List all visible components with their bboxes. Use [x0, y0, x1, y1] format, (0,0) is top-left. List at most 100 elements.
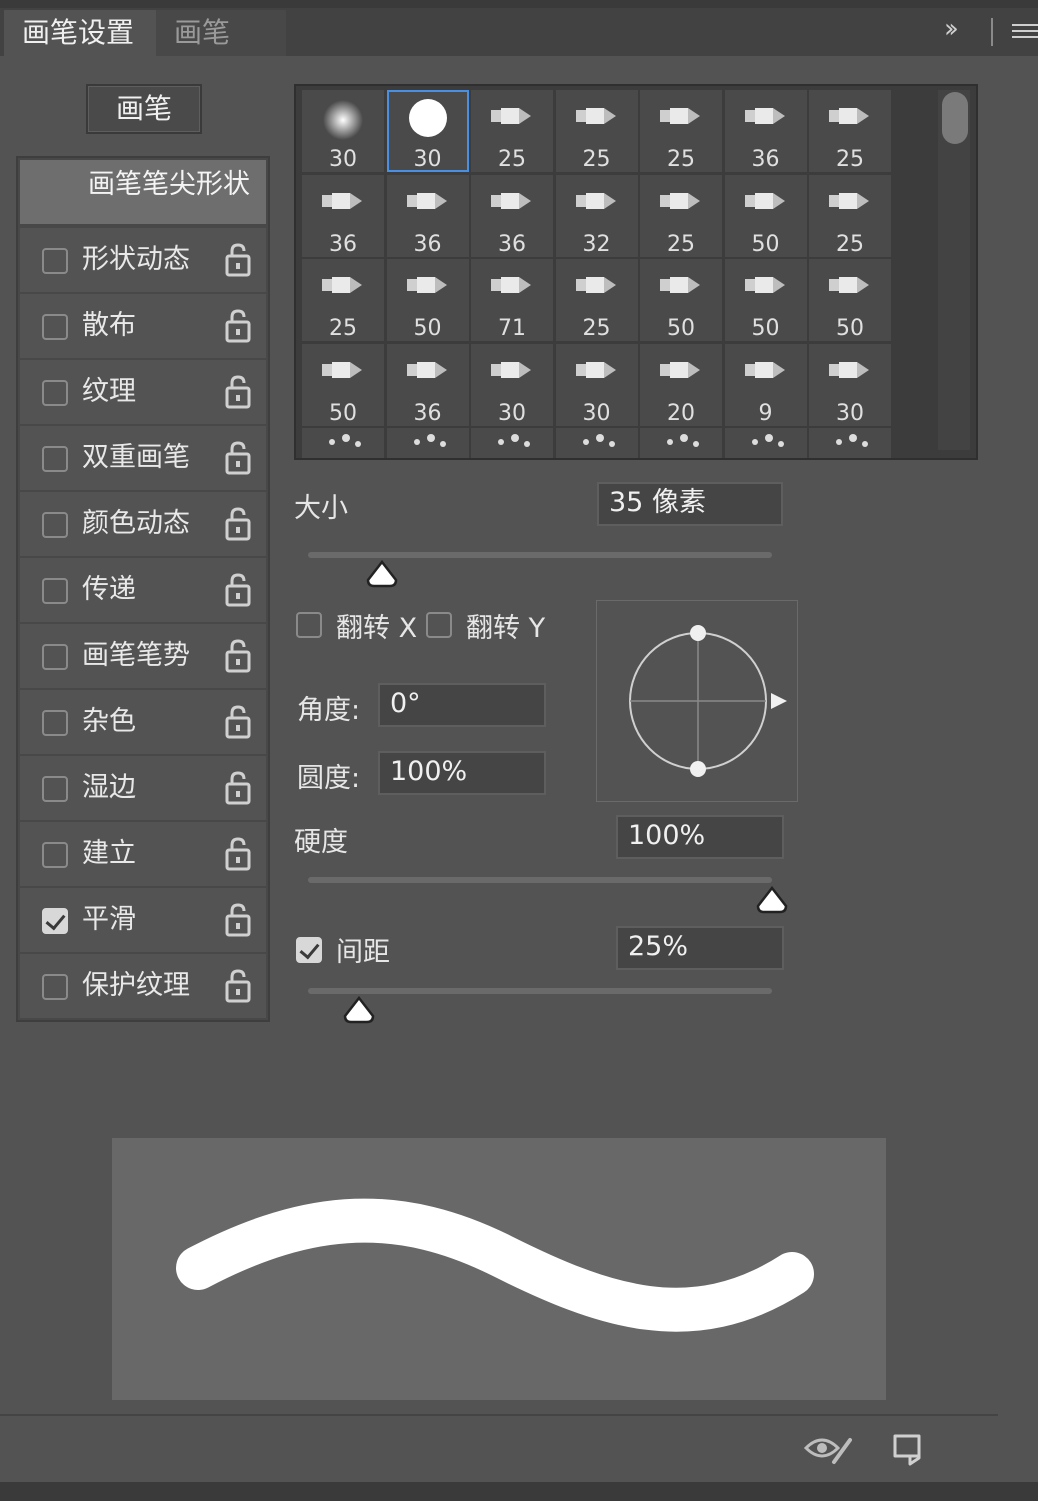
lock-icon[interactable]	[224, 836, 252, 872]
brush-preset-cell[interactable]	[809, 428, 891, 458]
lock-icon[interactable]	[224, 308, 252, 344]
brush-preset-cell[interactable]: 50	[724, 259, 807, 341]
brush-preset-cell[interactable]: 32	[555, 174, 638, 257]
hardness-slider-track[interactable]	[308, 877, 772, 883]
option-checkbox[interactable]	[42, 380, 68, 406]
lock-icon[interactable]	[224, 572, 252, 608]
angle-field[interactable]: 0°	[378, 683, 546, 727]
brushes-button[interactable]: 画笔	[86, 84, 202, 134]
lock-icon[interactable]	[224, 902, 252, 938]
lock-icon[interactable]	[224, 968, 252, 1004]
brush-preset-cell[interactable]: 25	[302, 259, 384, 341]
option-checkbox[interactable]	[42, 974, 68, 1000]
option-row[interactable]: 传递	[20, 558, 266, 622]
option-row[interactable]: 平滑	[20, 888, 266, 952]
brush-preset-cell[interactable]: 36	[302, 174, 384, 257]
hardness-slider-thumb[interactable]	[756, 886, 788, 914]
brush-preset-cell[interactable]: 25	[640, 174, 722, 257]
option-checkbox[interactable]	[42, 710, 68, 736]
brush-preset-cell[interactable]: 25	[555, 90, 638, 172]
spacing-slider-thumb[interactable]	[343, 996, 375, 1024]
brush-preset-cell[interactable]: 25	[809, 174, 891, 257]
brush-preset-cell[interactable]: 30	[386, 90, 469, 172]
option-checkbox[interactable]	[42, 776, 68, 802]
brush-preset-cell[interactable]: 71	[471, 259, 553, 341]
brush-grid-scrollbar-track[interactable]	[938, 90, 970, 450]
option-label: 传递	[82, 574, 136, 605]
collapse-panel-icon[interactable]: ››	[944, 14, 959, 44]
option-row[interactable]: 建立	[20, 822, 266, 886]
option-checkbox[interactable]	[42, 644, 68, 670]
brush-preset-cell[interactable]	[386, 428, 469, 458]
size-slider-thumb[interactable]	[366, 560, 398, 588]
brush-preset-cell[interactable]	[640, 428, 722, 458]
option-checkbox[interactable]	[42, 248, 68, 274]
brush-preset-cell[interactable]: 30	[471, 343, 553, 426]
brush-preset-cell[interactable]	[555, 428, 638, 458]
brush-preset-cell[interactable]: 25	[809, 90, 891, 172]
size-field[interactable]: 35 像素	[597, 482, 783, 526]
option-row[interactable]: 画笔笔势	[20, 624, 266, 688]
spacing-slider-track[interactable]	[308, 988, 772, 994]
roundness-field[interactable]: 100%	[378, 751, 546, 795]
panel-menu-icon[interactable]	[1012, 24, 1038, 44]
brush-preset-cell[interactable]: 50	[809, 259, 891, 341]
toggle-projection-eye-icon[interactable]	[804, 1430, 854, 1466]
brush-tip-shape-item[interactable]: 画笔笔尖形状	[20, 160, 266, 224]
brush-preset-cell[interactable]: 30	[302, 90, 384, 172]
brush-preset-cell[interactable]: 30	[555, 343, 638, 426]
option-row[interactable]: 颜色动态	[20, 492, 266, 556]
brush-preset-cell[interactable]: 30	[809, 343, 891, 426]
brush-preset-cell[interactable]: 36	[471, 174, 553, 257]
brush-preset-cell[interactable]: 50	[724, 174, 807, 257]
option-row[interactable]: 保护纹理	[20, 954, 266, 1018]
option-row[interactable]: 湿边	[20, 756, 266, 820]
spacing-checkbox[interactable]	[296, 937, 322, 963]
brush-grid-scrollbar-thumb[interactable]	[942, 92, 968, 144]
brush-preset-cell[interactable]: 36	[386, 343, 469, 426]
brush-preset-cell[interactable]: 36	[386, 174, 469, 257]
option-checkbox[interactable]	[42, 842, 68, 868]
flip-x-checkbox[interactable]	[296, 612, 322, 638]
brush-preset-cell[interactable]	[724, 428, 807, 458]
brush-preset-cell[interactable]: 50	[302, 343, 384, 426]
lock-icon[interactable]	[224, 704, 252, 740]
flip-y-checkbox[interactable]	[426, 612, 452, 638]
option-row[interactable]: 纹理	[20, 360, 266, 424]
option-row[interactable]: 杂色	[20, 690, 266, 754]
brush-preset-cell[interactable]: 50	[640, 259, 722, 341]
lock-icon[interactable]	[224, 440, 252, 476]
brush-preset-cell[interactable]: 50	[386, 259, 469, 341]
create-new-brush-icon[interactable]	[892, 1432, 922, 1466]
option-checkbox[interactable]	[42, 314, 68, 340]
brush-size-label: 50	[329, 400, 357, 426]
option-checkbox[interactable]	[42, 908, 68, 934]
lock-icon[interactable]	[224, 770, 252, 806]
lock-icon[interactable]	[224, 638, 252, 674]
brush-preset-cell[interactable]: 9	[724, 343, 807, 426]
brush-preset-cell[interactable]: 25	[471, 90, 553, 172]
panel-resize-bar[interactable]	[0, 1482, 1038, 1501]
size-slider-track[interactable]	[308, 552, 772, 558]
option-checkbox[interactable]	[42, 446, 68, 472]
lock-icon[interactable]	[224, 506, 252, 542]
brush-preset-cell[interactable]: 20	[640, 343, 722, 426]
angle-roundness-widget[interactable]	[596, 600, 798, 802]
option-row[interactable]: 形状动态	[20, 228, 266, 292]
tab-brush-settings[interactable]: 画笔设置	[4, 10, 156, 56]
brush-preset-cell[interactable]: 36	[724, 90, 807, 172]
brush-preset-cell[interactable]: 25	[640, 90, 722, 172]
option-checkbox[interactable]	[42, 512, 68, 538]
option-checkbox[interactable]	[42, 578, 68, 604]
brush-preset-cell[interactable]	[302, 428, 384, 458]
spacing-field[interactable]: 25%	[616, 926, 784, 970]
brush-preset-cell[interactable]	[471, 428, 553, 458]
option-row[interactable]: 散布	[20, 294, 266, 358]
lock-icon[interactable]	[224, 242, 252, 278]
tab-brushes[interactable]: 画笔	[156, 10, 286, 56]
brush-size-label: 50	[751, 231, 780, 257]
hardness-field[interactable]: 100%	[616, 815, 784, 859]
option-row[interactable]: 双重画笔	[20, 426, 266, 490]
brush-preset-cell[interactable]: 25	[555, 259, 638, 341]
lock-icon[interactable]	[224, 374, 252, 410]
